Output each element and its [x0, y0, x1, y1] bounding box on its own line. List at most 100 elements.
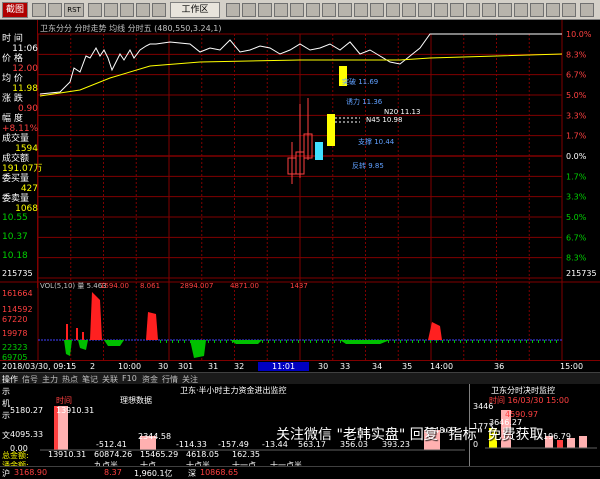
- tool-icon[interactable]: [580, 3, 594, 17]
- tool-icon[interactable]: [466, 3, 480, 17]
- total-value: 60874.26: [94, 450, 133, 459]
- tool-icon[interactable]: [434, 3, 448, 17]
- volume-bar: [550, 340, 551, 343]
- time-tick: 31: [208, 362, 219, 371]
- tool-icon[interactable]: [418, 3, 432, 17]
- tool-icon[interactable]: [274, 3, 288, 17]
- tool-icon[interactable]: [338, 3, 352, 17]
- time-tick: 32: [234, 362, 245, 371]
- chart-header: 卫东分分 分时走势 均线 分时五 (480,550,3.24,1): [40, 23, 221, 33]
- tool-icon[interactable]: [354, 3, 368, 17]
- total-value: 15465.29: [140, 450, 179, 459]
- volume-bar: [268, 340, 269, 343]
- level-annotation: N20 11.13: [384, 108, 420, 116]
- pct-tick: 1.7%: [566, 132, 587, 141]
- tool-icon[interactable]: [562, 3, 576, 17]
- tool-icon[interactable]: [370, 3, 384, 17]
- total-value: 13910.31: [48, 450, 87, 459]
- volume-bar: [442, 340, 443, 343]
- level-annotation: 支撑 10.44: [358, 137, 395, 146]
- index-value: 3168.90: [14, 468, 48, 477]
- volume-up-bar: [82, 332, 84, 340]
- fund-value: -114.33: [176, 440, 207, 449]
- volume-bar: [448, 340, 449, 343]
- tab-f10[interactable]: F10: [122, 374, 137, 383]
- volume-bar: [358, 340, 359, 343]
- time-tick: 30: [318, 362, 329, 371]
- volume-bar: [178, 340, 179, 343]
- fund-value: 13910.31: [56, 406, 95, 415]
- rst-icon[interactable]: RST: [64, 3, 84, 17]
- left-corner-value: 215735: [2, 269, 33, 278]
- list-icon[interactable]: [120, 3, 134, 17]
- pct-tick: 10.0%: [566, 30, 592, 39]
- tool-icon[interactable]: [226, 3, 240, 17]
- fund-value: -157.49: [218, 440, 249, 449]
- volume-tick: 22323: [2, 343, 27, 352]
- volume-up-bar: [66, 324, 68, 340]
- level-annotation: N45 10.98: [366, 116, 402, 124]
- forward-icon[interactable]: [48, 3, 62, 17]
- tool-icon[interactable]: [290, 3, 304, 17]
- volume-down-bar: [78, 340, 88, 350]
- tool-icon[interactable]: [322, 3, 336, 17]
- back-icon[interactable]: [32, 3, 46, 17]
- pct-tick: 6.7%: [566, 233, 587, 242]
- time-tick: 35: [402, 362, 413, 371]
- volume-bar: [160, 340, 161, 343]
- volume-bar: [436, 340, 437, 343]
- grid-icon[interactable]: [136, 3, 150, 17]
- volume-bar: [520, 340, 521, 343]
- volume-bar: [514, 340, 515, 343]
- volume-bar: [316, 340, 317, 343]
- volume-bar: [472, 340, 473, 343]
- tool-icon[interactable]: [546, 3, 560, 17]
- tool-icon[interactable]: [386, 3, 400, 17]
- workspace-button[interactable]: 工作区: [170, 2, 220, 18]
- pct-tick: 3.3%: [566, 111, 587, 120]
- signal-box: [327, 114, 335, 146]
- tool-icon[interactable]: [498, 3, 512, 17]
- info-icon[interactable]: [152, 3, 166, 17]
- signal-box: [315, 142, 323, 160]
- volume-down-bar: [104, 340, 124, 346]
- volume-bar: [376, 340, 377, 343]
- tool-icon[interactable]: [242, 3, 256, 17]
- volume-bar: [286, 340, 287, 343]
- volume-bar: [184, 340, 185, 343]
- volume-bar: [406, 340, 407, 343]
- index-change: 8.37: [104, 468, 122, 477]
- volume-bar: [274, 340, 275, 343]
- tool-icon[interactable]: [482, 3, 496, 17]
- time-tick: 2: [90, 362, 96, 371]
- volume-bar: [394, 340, 395, 343]
- volume-down-bar: [190, 340, 206, 358]
- volume-bar: [214, 340, 215, 343]
- pct-tick: 8.3%: [566, 254, 587, 263]
- watermark-text: 关注微信 "老韩实盘" 回复 "指标" 免费获取: [276, 427, 544, 443]
- kline-icon[interactable]: [104, 3, 118, 17]
- level-annotation: 诱力 11.36: [346, 97, 383, 106]
- tool-icon[interactable]: [530, 3, 544, 17]
- top-toolbar: 截图 RST 工作区: [0, 0, 600, 20]
- tool-icon[interactable]: [514, 3, 528, 17]
- volume-bar: [328, 340, 329, 343]
- volume-tick: 69705: [2, 353, 27, 360]
- volume-bar: [220, 340, 221, 343]
- tool-icon[interactable]: [306, 3, 320, 17]
- volume-tick: 114592: [2, 305, 33, 314]
- chart-icon[interactable]: [88, 3, 102, 17]
- tool-icon[interactable]: [450, 3, 464, 17]
- capture-button[interactable]: 截图: [2, 2, 28, 18]
- fund-value: -512.41: [96, 440, 127, 449]
- volume-tick: 19978: [2, 329, 27, 338]
- total-value: 4618.05: [186, 450, 220, 459]
- tool-icon[interactable]: [258, 3, 272, 17]
- volume-bar: [388, 340, 389, 343]
- tool-icon[interactable]: [402, 3, 416, 17]
- volume-bar: [532, 340, 533, 343]
- volume-bar: [484, 340, 485, 343]
- volume-bar: [508, 340, 509, 343]
- volume-down-bar: [64, 340, 72, 356]
- volume-bar: [496, 340, 497, 343]
